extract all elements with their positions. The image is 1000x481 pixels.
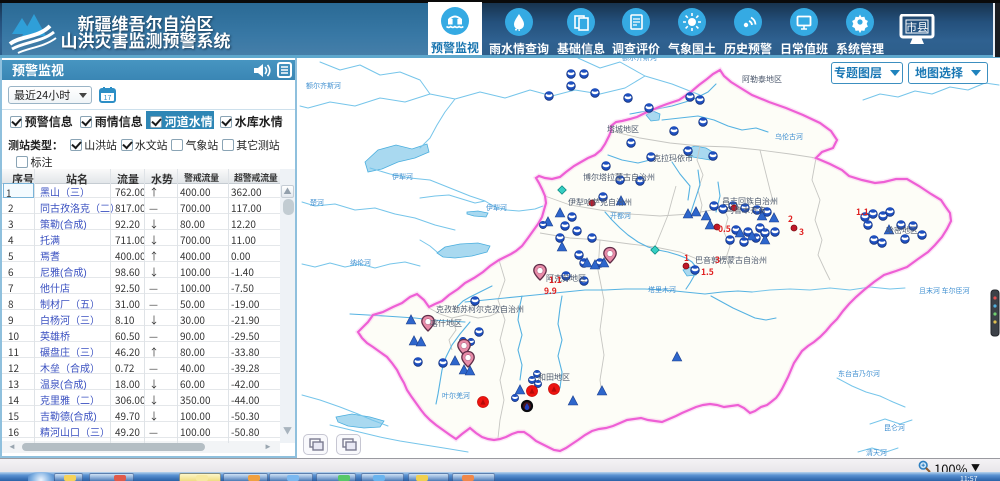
svg-text:伊犁河: 伊犁河 [486, 203, 507, 213]
svg-text:和田地区: 和田地区 [538, 372, 570, 383]
svg-text:1.1: 1.1 [856, 206, 869, 218]
svg-text:3: 3 [715, 254, 720, 266]
svg-text:额尔齐斯河: 额尔齐斯河 [622, 58, 657, 63]
svg-text:喀什地区: 喀什地区 [430, 318, 462, 329]
svg-text:东台吉乃尔河: 东台吉乃尔河 [838, 369, 880, 379]
svg-text:叶尔羌河: 叶尔羌河 [442, 391, 470, 401]
svg-text:额尔齐斯河: 额尔齐斯河 [306, 81, 341, 91]
svg-text:博尔塔拉蒙古自治州: 博尔塔拉蒙古自治州 [583, 172, 655, 183]
svg-text:塔城地区: 塔城地区 [607, 124, 639, 135]
svg-text:昆仑河: 昆仑河 [884, 423, 905, 433]
svg-text:17: 17 [104, 93, 112, 103]
svg-text:市县: 市县 [906, 19, 928, 35]
svg-text:9.9: 9.9 [544, 285, 557, 297]
svg-text:乌鲁木齐市: 乌鲁木齐市 [726, 205, 766, 216]
svg-text:伊犁哈萨克自治州: 伊犁哈萨克自治州 [568, 197, 632, 208]
svg-text:伊犁河: 伊犁河 [392, 172, 413, 182]
svg-text:1.5: 1.5 [701, 266, 714, 278]
svg-text:塔里木河: 塔里木河 [648, 285, 676, 295]
svg-text:克孜勒苏柯尔克孜自治州: 克孜勒苏柯尔克孜自治州 [436, 304, 524, 315]
svg-text:阿勒泰地区: 阿勒泰地区 [742, 74, 782, 85]
svg-text:楚河: 楚河 [310, 198, 324, 208]
svg-text:0.5: 0.5 [718, 223, 731, 235]
svg-text:且末河 车尔臣河: 且末河 车尔臣河 [919, 286, 970, 296]
svg-text:2: 2 [788, 213, 793, 225]
svg-text:开都河: 开都河 [610, 211, 631, 221]
svg-text:哈密地区: 哈密地区 [886, 225, 918, 236]
svg-text:乌伦古河: 乌伦古河 [775, 132, 803, 142]
svg-text:3: 3 [799, 226, 804, 238]
svg-text:清天河: 清天河 [866, 448, 887, 458]
svg-text:1: 1 [684, 252, 689, 264]
svg-text:巴音郭楞蒙古自治州: 巴音郭楞蒙古自治州 [695, 255, 767, 266]
svg-text:克拉玛依市: 克拉玛依市 [653, 153, 693, 164]
svg-text:纳伦河: 纳伦河 [350, 258, 371, 268]
